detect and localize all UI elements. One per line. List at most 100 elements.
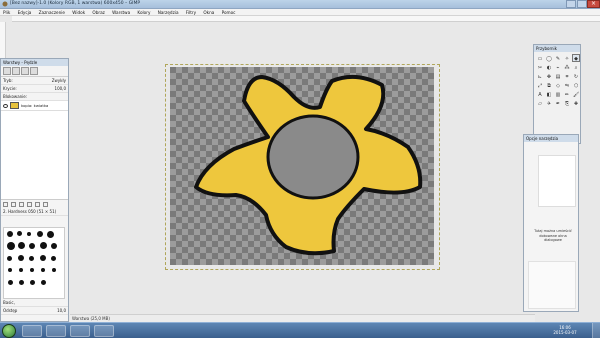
gradient-icon[interactable]: ▥ bbox=[554, 90, 562, 98]
brush-swatch[interactable] bbox=[29, 243, 35, 249]
maximize-button[interactable] bbox=[577, 0, 587, 8]
ellipse-select-icon[interactable]: ◯ bbox=[545, 54, 553, 62]
rect-select-icon[interactable]: ▭ bbox=[536, 54, 544, 62]
opacity-value[interactable]: 100,0 bbox=[55, 86, 66, 91]
spacing-value[interactable]: 10,0 bbox=[57, 308, 66, 313]
brush-swatch[interactable] bbox=[41, 268, 45, 272]
menu-item-help[interactable]: Pomoc bbox=[219, 9, 239, 15]
eye-icon[interactable] bbox=[3, 103, 8, 108]
brush-swatch[interactable] bbox=[7, 231, 13, 237]
menu-item-select[interactable]: Zaznaczenie bbox=[36, 9, 68, 15]
brush-swatch[interactable] bbox=[17, 231, 22, 236]
brush-swatch[interactable] bbox=[27, 232, 31, 236]
menu-item-colors[interactable]: Kolory bbox=[134, 9, 153, 15]
layer-name[interactable]: kopia: kwiatka bbox=[21, 103, 48, 108]
brush-swatch[interactable] bbox=[37, 231, 43, 237]
menu-item-windows[interactable]: Okna bbox=[200, 9, 217, 15]
menu-item-edit[interactable]: Edycja bbox=[15, 9, 35, 15]
foreground-select-icon[interactable]: ◐ bbox=[545, 63, 553, 71]
bucket-fill-icon[interactable]: ◧ bbox=[545, 90, 553, 98]
text-icon[interactable]: A bbox=[536, 90, 544, 98]
brush-swatch[interactable] bbox=[19, 280, 24, 285]
taskbar-gimp-icon[interactable] bbox=[70, 325, 90, 337]
shear-icon[interactable]: ⧉ bbox=[545, 81, 553, 89]
cage-icon[interactable]: ⬡ bbox=[572, 81, 580, 89]
delete-layer-icon[interactable] bbox=[43, 202, 48, 207]
menu-item-filters[interactable]: Filtry bbox=[183, 9, 199, 15]
flip-icon[interactable]: ⇋ bbox=[563, 81, 571, 89]
brush-swatch[interactable] bbox=[7, 256, 12, 261]
taskbar-app-icon[interactable] bbox=[94, 325, 114, 337]
brush-swatch[interactable] bbox=[8, 268, 12, 272]
color-picker-icon[interactable]: ⁂ bbox=[563, 63, 571, 71]
close-button[interactable]: × bbox=[587, 0, 600, 8]
rotate-icon[interactable]: ↻ bbox=[572, 72, 580, 80]
brush-swatch[interactable] bbox=[51, 256, 56, 261]
brush-swatch[interactable] bbox=[41, 280, 46, 285]
brush-swatch[interactable] bbox=[7, 242, 15, 250]
heal-icon[interactable]: ✚ bbox=[572, 99, 580, 107]
brush-swatch[interactable] bbox=[40, 255, 46, 261]
free-select-icon[interactable]: ✎ bbox=[554, 54, 562, 62]
scale-icon[interactable]: ⤢ bbox=[536, 81, 544, 89]
tab-paths[interactable] bbox=[21, 67, 29, 75]
paths-icon[interactable]: ⌁ bbox=[554, 63, 562, 71]
tab-layers[interactable] bbox=[3, 67, 11, 75]
clone-icon[interactable]: ⎘ bbox=[563, 99, 571, 107]
brush-swatch[interactable] bbox=[47, 231, 54, 238]
fuzzy-select-icon[interactable]: ✧ bbox=[563, 54, 571, 62]
tab-undo[interactable] bbox=[30, 67, 38, 75]
measure-icon[interactable]: ⊾ bbox=[536, 72, 544, 80]
tool-options-area[interactable] bbox=[528, 261, 576, 309]
crop-icon[interactable]: ⌗ bbox=[563, 72, 571, 80]
paintbrush-icon[interactable]: 🖌 bbox=[572, 90, 580, 98]
layer-row[interactable]: kopia: kwiatka bbox=[1, 101, 68, 111]
brush-tag-row[interactable]: Basic, bbox=[1, 299, 68, 307]
brush-swatch[interactable] bbox=[8, 280, 13, 285]
flower-shape[interactable] bbox=[170, 67, 434, 265]
move-icon[interactable]: ✥ bbox=[545, 72, 553, 80]
new-layer-icon[interactable] bbox=[3, 202, 8, 207]
mode-value[interactable]: Zwykły bbox=[52, 78, 66, 83]
brush-tag[interactable]: Basic, bbox=[3, 300, 15, 305]
eraser-icon[interactable]: ▱ bbox=[536, 99, 544, 107]
pencil-icon[interactable]: ✏ bbox=[563, 90, 571, 98]
brush-swatch[interactable] bbox=[19, 268, 23, 272]
menu-item-file[interactable]: Plik bbox=[0, 9, 13, 15]
taskbar-explorer-icon[interactable] bbox=[22, 325, 42, 337]
menu-item-layer[interactable]: Warstwa bbox=[109, 9, 133, 15]
perspective-icon[interactable]: ◇ bbox=[554, 81, 562, 89]
brush-swatch[interactable] bbox=[18, 255, 24, 261]
layers-list-area[interactable] bbox=[1, 111, 68, 199]
brush-swatch[interactable] bbox=[52, 268, 56, 272]
zoom-icon[interactable]: ⌕ bbox=[572, 63, 580, 71]
spacing-row[interactable]: Odstęp 10,0 bbox=[1, 307, 68, 315]
duplicate-layer-icon[interactable] bbox=[27, 202, 32, 207]
system-clock[interactable]: 16:06 2015-03-07 bbox=[548, 325, 582, 335]
raise-layer-icon[interactable] bbox=[11, 202, 16, 207]
select-by-color-icon[interactable]: ◆ bbox=[572, 54, 580, 62]
ink-icon[interactable]: ✒ bbox=[554, 99, 562, 107]
horizontal-ruler[interactable] bbox=[12, 16, 600, 22]
airbrush-icon[interactable]: ✈ bbox=[545, 99, 553, 107]
brush-swatch[interactable] bbox=[18, 242, 25, 249]
menu-item-tools[interactable]: Narzędzia bbox=[155, 9, 182, 15]
brush-swatch[interactable] bbox=[30, 268, 34, 272]
layer-mode-row[interactable]: Tryb: Zwykły bbox=[1, 77, 68, 85]
show-desktop-button[interactable] bbox=[592, 323, 600, 338]
layer-opacity-row[interactable]: Krycie: 100,0 bbox=[1, 85, 68, 93]
menu-item-image[interactable]: Obraz bbox=[89, 9, 107, 15]
lower-layer-icon[interactable] bbox=[19, 202, 24, 207]
brush-swatch[interactable] bbox=[40, 242, 47, 249]
minimize-button[interactable] bbox=[566, 0, 576, 8]
tool-options-preview[interactable] bbox=[538, 155, 576, 207]
brushes-grid[interactable] bbox=[3, 227, 65, 299]
start-button[interactable] bbox=[2, 324, 16, 338]
scissors-icon[interactable]: ✂ bbox=[536, 63, 544, 71]
brush-swatch[interactable] bbox=[51, 243, 57, 249]
brush-swatch[interactable] bbox=[29, 256, 34, 261]
taskbar-media-icon[interactable] bbox=[46, 325, 66, 337]
align-icon[interactable]: ▤ bbox=[554, 72, 562, 80]
brush-swatch[interactable] bbox=[30, 280, 35, 285]
menu-item-view[interactable]: Widok bbox=[69, 9, 88, 15]
